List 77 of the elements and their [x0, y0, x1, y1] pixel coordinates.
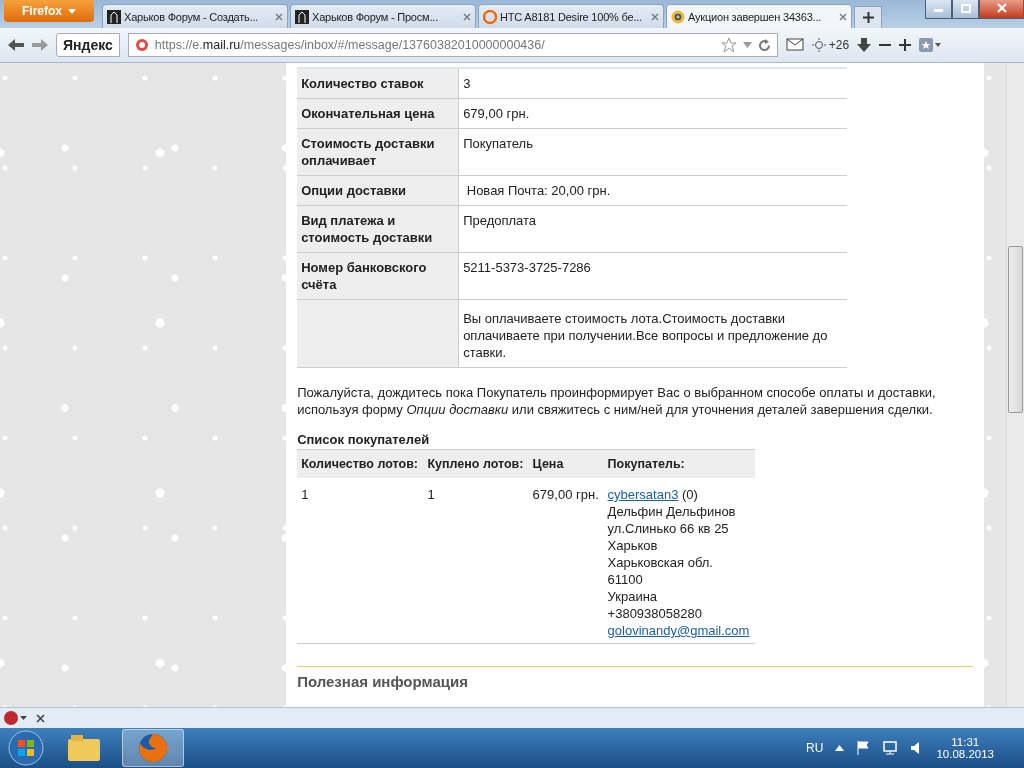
address-line: +380938058280 [607, 605, 703, 622]
minimize-icon [934, 9, 943, 13]
close-icon[interactable] [275, 12, 283, 21]
close-icon[interactable] [839, 12, 847, 21]
table-cell: 1 [423, 478, 529, 644]
notice-text: Пожалуйста, дождитесь пока Покупатель проинформирует Вас о выбранном способе оплаты и доставки, используя форму Опции доставки или свяжитесь с ним/ней для уточнения деталей завершения сделки. [297, 384, 937, 418]
tab-title: Харьков Форум - Создать... [124, 10, 260, 23]
minimize-button[interactable] [925, 0, 952, 19]
address-line: 61100 [607, 571, 644, 588]
field-value: Покупатель [458, 128, 848, 176]
weather-button[interactable]: +26 [811, 38, 850, 52]
url-text: https://e.mail.ru/messages/inbox/#/message/13760382010000000436/ [154, 38, 546, 52]
close-icon[interactable] [651, 12, 659, 21]
caret-icon[interactable] [742, 42, 752, 48]
site-icon [134, 38, 149, 52]
field-value: Новая Почта: 20,00 грн. [458, 175, 848, 206]
zoom-in-icon[interactable] [899, 39, 912, 51]
close-button[interactable] [979, 0, 1024, 19]
search-engine-button[interactable]: Яндекс [56, 33, 120, 57]
star-icon[interactable] [720, 37, 737, 53]
field-label: Вид платежа и стоимость доставки [297, 205, 459, 253]
tab-title: Аукцион завершен 34363... [688, 10, 823, 23]
field-label: Номер банковского счёта [297, 252, 459, 300]
tower-icon [295, 9, 309, 24]
tower-icon [107, 9, 121, 24]
column-header: Цена [528, 449, 604, 478]
maximize-icon [960, 4, 971, 13]
maximize-button[interactable] [952, 0, 979, 19]
address-field[interactable]: https://e.mail.ru/messages/inbox/#/message/13760382010000000436/ [127, 33, 778, 57]
caret-icon [68, 8, 76, 14]
field-value: 5211-5373-3725-7286 [458, 252, 848, 300]
mail-icon[interactable] [785, 38, 804, 52]
browser-tab[interactable]: HTC A8181 Desire 100% бе... [478, 4, 664, 28]
table-cell: 679,00 грн. [528, 478, 604, 644]
section-heading: Полезная информация [297, 673, 469, 690]
caret-icon[interactable] [835, 745, 845, 751]
address-line: Украина [607, 588, 659, 605]
browser-tab[interactable]: Аукцион завершен 34363... [666, 4, 852, 28]
section-title: Список покупателей [297, 432, 431, 447]
plus-icon [862, 11, 874, 23]
close-icon[interactable] [36, 713, 45, 723]
field-label: Опции доставки [297, 175, 459, 206]
start-button[interactable] [6, 730, 46, 766]
column-header: Покупатель: [603, 449, 756, 478]
bookmarks-icon[interactable] [919, 38, 942, 52]
field-label: Стоимость доставки оплачивает [297, 128, 459, 176]
flag-icon[interactable] [856, 741, 871, 755]
language-indicator[interactable]: RU [806, 741, 824, 755]
scrollbar-thumb[interactable] [1008, 246, 1023, 413]
field-label: Количество ставок [297, 68, 459, 99]
address-line: ул.Слинько 66 кв 25 [607, 520, 730, 537]
browser-tab[interactable]: Харьков Форум - Создать... [102, 4, 288, 28]
address-line: Харьков [607, 537, 659, 554]
clock[interactable]: 11:31 10.08.2013 [936, 736, 994, 760]
field-value: Предоплата [458, 205, 848, 253]
back-icon[interactable] [8, 38, 24, 52]
address-line: Харьковская обл. [607, 554, 714, 571]
column-header: Количество лотов: [297, 449, 424, 478]
table-cell: 1 [297, 478, 424, 644]
browser-tab[interactable]: Харьков Форум - Просм... [290, 4, 476, 28]
address-line: Дельфин Дельфинов [607, 503, 737, 520]
reload-icon[interactable] [757, 38, 771, 52]
field-value: Вы оплачиваете стоимость лота.Стоимость доставки оплачиваете при получении.Все вопросы и предложение до ставки. [458, 299, 848, 368]
close-icon[interactable] [463, 12, 471, 21]
new-tab-button[interactable] [854, 6, 882, 28]
rating-text: (0) [682, 487, 698, 502]
browser-taskbar-icon[interactable] [122, 729, 184, 767]
field-value: 3 [458, 68, 848, 99]
email-link[interactable]: golovinandy@gmail.com [607, 623, 750, 638]
tab-title: HTC A8181 Desire 100% бе... [500, 10, 643, 23]
field-label: Окончательная цена [297, 98, 459, 129]
close-icon [996, 3, 1007, 13]
download-icon[interactable] [857, 38, 872, 52]
field-value: 679,00 грн. [458, 98, 848, 129]
buyer-link[interactable]: cybersatan3 [607, 487, 679, 502]
tab-title: Харьков Форум - Просм... [312, 10, 440, 23]
column-header: Куплено лотов: [423, 449, 529, 478]
